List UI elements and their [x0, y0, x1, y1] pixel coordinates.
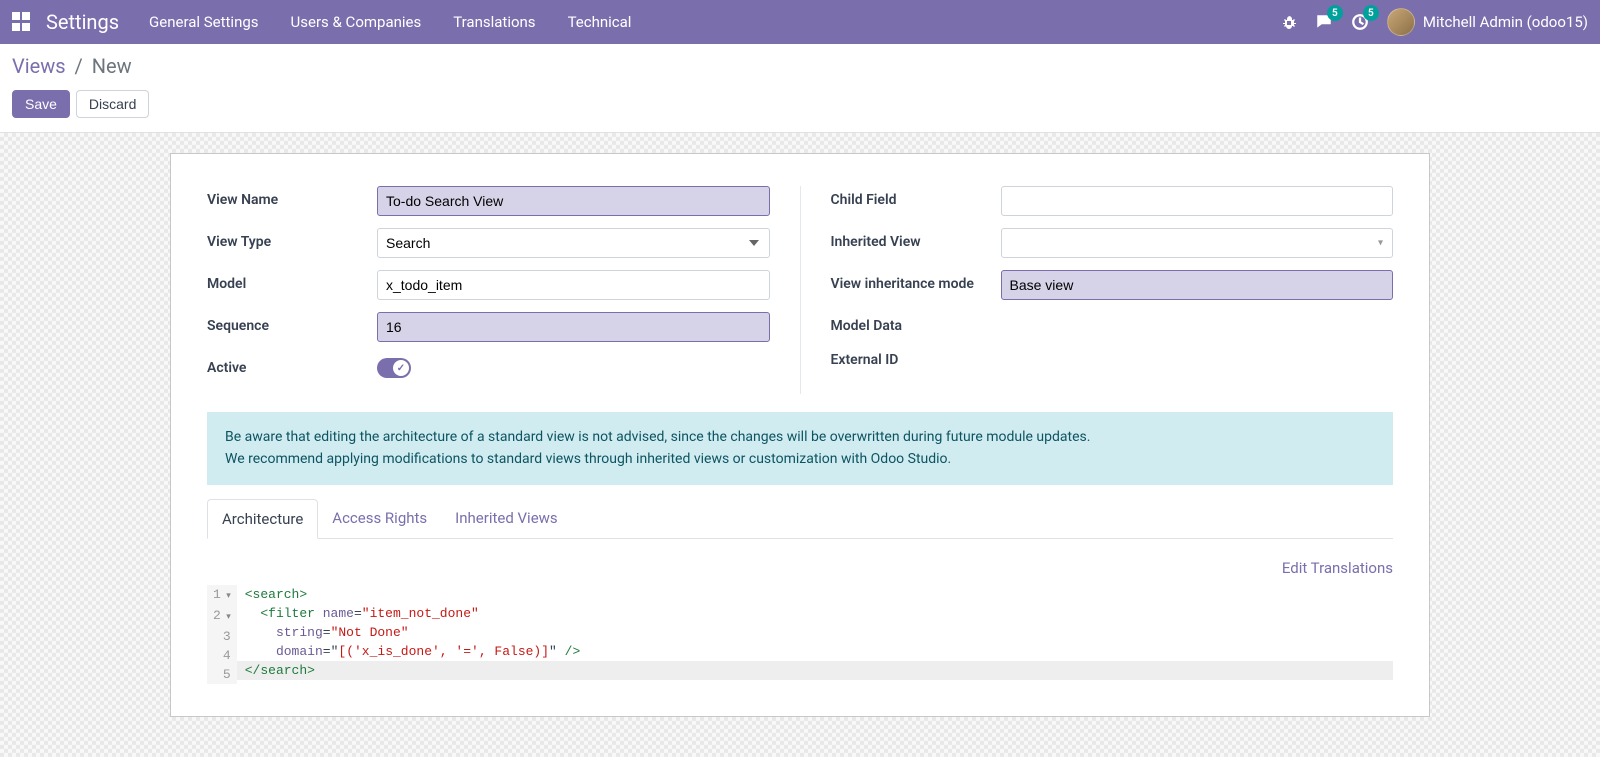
nav-right: 5 5 Mitchell Admin (odoo15) [1281, 8, 1588, 36]
view-type-label: View Type [207, 228, 377, 250]
inherited-view-label: Inherited View [831, 228, 1001, 250]
form-grid: View Name View Type Search Model [207, 186, 1393, 394]
inheritance-mode-select[interactable]: Base view [1001, 270, 1394, 300]
model-input[interactable] [377, 270, 770, 300]
nav-translations[interactable]: Translations [453, 13, 535, 31]
view-name-label: View Name [207, 186, 377, 208]
tab-content: Edit Translations 1 2 3 4 5 <search> <fi… [207, 539, 1393, 684]
tab-inherited-views[interactable]: Inherited Views [441, 499, 572, 538]
debug-icon[interactable] [1281, 14, 1297, 30]
model-label: Model [207, 270, 377, 292]
top-navbar: Settings General Settings Users & Compan… [0, 0, 1600, 44]
warning-box: Be aware that editing the architecture o… [207, 412, 1393, 485]
nav-users-companies[interactable]: Users & Companies [291, 13, 422, 31]
active-toggle[interactable] [377, 358, 411, 378]
tab-access-rights[interactable]: Access Rights [318, 499, 441, 538]
code-gutter: 1 2 3 4 5 [207, 585, 237, 684]
breadcrumb-sep: / [75, 54, 83, 78]
tabs: Architecture Access Rights Inherited Vie… [207, 499, 1393, 539]
content-area: View Name View Type Search Model [0, 133, 1600, 757]
form-col-left: View Name View Type Search Model [207, 186, 801, 394]
messages-badge: 5 [1327, 5, 1343, 21]
view-type-select[interactable]: Search [377, 228, 770, 258]
discard-button[interactable]: Discard [76, 90, 149, 118]
warning-line-2: We recommend applying modifications to s… [225, 448, 1375, 470]
activities-icon[interactable]: 5 [1351, 13, 1369, 31]
nav-technical[interactable]: Technical [568, 13, 632, 31]
tab-architecture[interactable]: Architecture [207, 499, 318, 539]
code-lines[interactable]: <search> <filter name="item_not_done" st… [237, 585, 1393, 684]
inherited-view-input[interactable] [1001, 228, 1394, 258]
action-buttons: Save Discard [12, 90, 1588, 118]
edit-translations-link[interactable]: Edit Translations [1282, 559, 1393, 577]
sequence-input[interactable] [377, 312, 770, 342]
control-panel: Views / New Save Discard [0, 44, 1600, 133]
breadcrumb-current: New [92, 54, 132, 78]
view-name-input[interactable] [377, 186, 770, 216]
external-id-label: External ID [831, 346, 1001, 368]
user-name: Mitchell Admin (odoo15) [1423, 13, 1588, 31]
breadcrumb-parent[interactable]: Views [12, 54, 66, 78]
form-col-right: Child Field Inherited View View inherita… [801, 186, 1394, 394]
model-data-label: Model Data [831, 312, 1001, 334]
child-field-input[interactable] [1001, 186, 1394, 216]
apps-icon[interactable] [12, 12, 32, 32]
breadcrumb: Views / New [12, 54, 1588, 78]
inheritance-mode-label: View inheritance mode [831, 270, 1001, 292]
messages-icon[interactable]: 5 [1315, 13, 1333, 31]
edit-translations-wrap: Edit Translations [207, 559, 1393, 577]
user-menu[interactable]: Mitchell Admin (odoo15) [1387, 8, 1588, 36]
nav-menu: General Settings Users & Companies Trans… [149, 13, 631, 31]
active-label: Active [207, 354, 377, 376]
form-sheet: View Name View Type Search Model [170, 153, 1430, 717]
save-button[interactable]: Save [12, 90, 70, 118]
avatar [1387, 8, 1415, 36]
warning-line-1: Be aware that editing the architecture o… [225, 426, 1375, 448]
activities-badge: 5 [1363, 5, 1379, 21]
nav-general-settings[interactable]: General Settings [149, 13, 259, 31]
app-title: Settings [46, 10, 119, 34]
code-editor[interactable]: 1 2 3 4 5 <search> <filter name="item_no… [207, 585, 1393, 684]
child-field-label: Child Field [831, 186, 1001, 208]
sequence-label: Sequence [207, 312, 377, 334]
